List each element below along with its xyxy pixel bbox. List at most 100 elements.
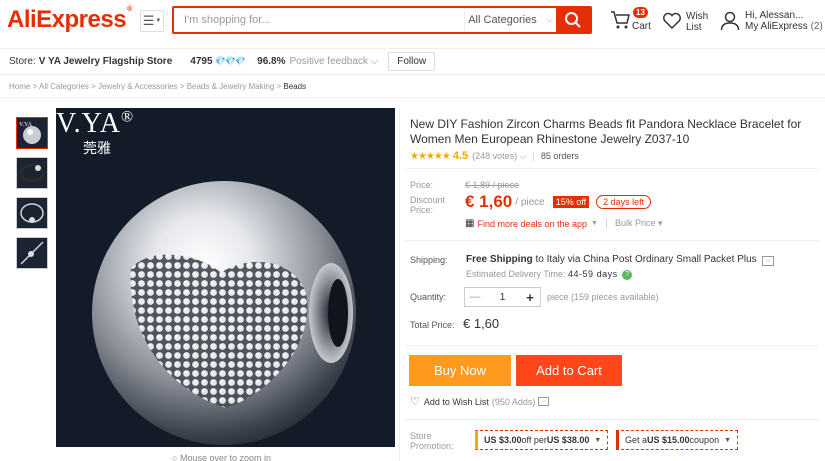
shipping-label: Shipping:	[410, 255, 448, 265]
rating-value: 4.5	[452, 150, 469, 162]
separator: |	[532, 151, 535, 161]
heart-icon	[663, 12, 681, 30]
quantity-availability: piece (159 pieces available)	[547, 292, 659, 302]
caret-down-icon: ▾	[658, 218, 663, 228]
shipping-info: Free Shipping to Italy via China Post Or…	[466, 254, 774, 266]
caret-down-icon: ▼	[591, 220, 598, 227]
site-header: AliExpress® ☰▼ All Categories⌵ 13 Cart W…	[0, 0, 825, 42]
thumbnail-1[interactable]: V.YA	[16, 117, 48, 149]
wish-list-label: Wish List	[686, 11, 709, 33]
store-bar: Store: V YA Jewelry Flagship Store 4795 …	[0, 48, 825, 75]
thumbnail-2[interactable]	[16, 157, 48, 189]
chevron-down-icon: ⌵	[546, 15, 553, 24]
delivery-estimate: Estimated Delivery Time: 44-59 days ?	[466, 269, 633, 280]
divider	[405, 240, 819, 241]
caret-down-icon: ▼	[594, 436, 602, 444]
caret-down-icon: ▼	[155, 18, 162, 24]
discount-price-label: Discount Price:	[410, 195, 446, 215]
app-deals-link[interactable]: Find more deals on the app	[477, 219, 587, 229]
discount-price-row: € 1,60 / piece 15% off 2 days left	[465, 192, 652, 212]
votes-dropdown[interactable]: (248 votes) ⌵	[472, 151, 526, 162]
brand-watermark: V.YA®	[56, 108, 135, 139]
feedback-percentage: 96.8%	[257, 56, 286, 67]
product-main-image[interactable]: V.YA® 莞雅	[56, 108, 395, 447]
aliexpress-logo[interactable]: AliExpress®	[7, 6, 132, 34]
store-name-link[interactable]: V YA Jewelry Flagship Store	[39, 56, 173, 67]
qr-code-icon: ▦	[465, 218, 475, 229]
buy-now-button[interactable]: Buy Now	[409, 355, 511, 386]
search-icon	[565, 12, 581, 28]
bulk-price-dropdown[interactable]: Bulk Price ▾	[605, 218, 663, 229]
breadcrumb-jewelry[interactable]: Jewelry & Accessories	[98, 82, 178, 91]
orders-count: 85 orders	[540, 151, 579, 161]
wish-count: (950 Adds)	[491, 396, 536, 407]
divider	[405, 345, 819, 346]
divider	[405, 419, 819, 420]
star-rating-icon: ★★★★★	[410, 150, 451, 162]
search-input[interactable]	[174, 8, 464, 32]
feedback-dropdown[interactable]: Positive feedback ⌵	[290, 56, 379, 67]
add-to-cart-button[interactable]: Add to Cart	[516, 355, 622, 386]
search-bar: All Categories⌵	[172, 6, 592, 34]
quantity-increase-button[interactable]: +	[520, 290, 540, 305]
user-icon	[720, 11, 740, 31]
breadcrumb: Home > All Categories > Jewelry & Access…	[9, 82, 307, 91]
diamond-icon: 💎💎💎	[214, 56, 247, 66]
breadcrumb-home[interactable]: Home	[9, 82, 30, 91]
quantity-label: Quantity:	[410, 292, 447, 302]
chevron-down-icon: ⌵	[519, 150, 527, 161]
header-cart[interactable]: 13 Cart	[610, 7, 656, 36]
thumbnail-3[interactable]	[16, 197, 48, 229]
discount-badge: 15% off	[552, 196, 590, 208]
days-left-badge: 2 days left	[596, 195, 652, 209]
menu-icon: ☰	[142, 13, 155, 28]
store-label: Store:	[9, 56, 36, 67]
follow-button[interactable]: Follow	[388, 52, 436, 71]
magnifier-icon: ○	[172, 453, 178, 461]
chevron-down-icon: ⌵	[370, 56, 379, 67]
discount-price: € 1,60	[465, 192, 513, 211]
heart-icon: ♡	[410, 396, 420, 408]
bead-image	[56, 108, 395, 447]
quantity-input[interactable]: 1	[485, 292, 520, 303]
thumbnail-list: V.YA	[16, 117, 51, 277]
divider	[405, 168, 819, 169]
original-price: € 1,89 / piece	[465, 180, 520, 190]
store-promotion-label: Store Promotion:	[410, 431, 454, 451]
product-title: New DIY Fashion Zircon Charms Beads fit …	[410, 117, 802, 146]
chevron-down-icon[interactable]: ⌵	[538, 397, 549, 406]
total-price: € 1,60	[463, 316, 500, 331]
store-score: 4795	[190, 56, 213, 67]
cart-label: Cart	[632, 21, 651, 32]
header-account[interactable]: Hi, Alessan... My AliExpress (2)	[720, 8, 825, 36]
header-wish-list[interactable]: Wish List	[662, 8, 712, 36]
divider	[399, 108, 400, 461]
help-icon[interactable]: ?	[622, 269, 633, 280]
price-unit: / piece	[515, 196, 545, 208]
categories-menu-button[interactable]: ☰ ▼	[140, 10, 164, 32]
app-deals-row: ▦ Find more deals on the app ▼ Bulk Pric…	[465, 218, 663, 229]
promotion-discount[interactable]: US $3.00 off per US $38.00 ▼	[475, 430, 609, 450]
cart-icon	[611, 11, 630, 29]
search-category-select[interactable]: All Categories ⌵	[464, 8, 556, 32]
breadcrumb-all-categories[interactable]: All Categories	[39, 82, 89, 91]
quantity-stepper: — 1 +	[464, 287, 541, 307]
caret-down-icon: ▼	[724, 436, 732, 444]
cart-count-badge: 13	[633, 7, 648, 18]
thumbnail-4[interactable]	[16, 237, 48, 269]
add-to-wish-list[interactable]: ♡ Add to Wish List (950 Adds) ⌵	[410, 395, 549, 408]
search-button[interactable]	[556, 8, 590, 32]
rating-row: ★★★★★ 4.5 (248 votes) ⌵ | 85 orders	[410, 150, 579, 162]
breadcrumb-beads[interactable]: Beads	[283, 82, 306, 91]
divider	[0, 97, 825, 98]
account-label: Hi, Alessan... My AliExpress (2)	[745, 10, 823, 32]
shipping-options-dropdown[interactable]: ⌵	[762, 256, 774, 266]
promotion-coupon[interactable]: Get a US $15.00 coupon ▼	[616, 430, 739, 450]
total-price-label: Total Price:	[410, 320, 455, 330]
quantity-decrease-button[interactable]: —	[465, 291, 485, 303]
price-label: Price:	[410, 180, 434, 190]
svg-text:V.YA: V.YA	[19, 122, 33, 128]
breadcrumb-beads-making[interactable]: Beads & Jewelry Making	[187, 82, 275, 91]
zoom-hint: ○ Mouse over to zoom in	[172, 453, 271, 461]
brand-chinese-watermark: 莞雅	[83, 141, 111, 157]
